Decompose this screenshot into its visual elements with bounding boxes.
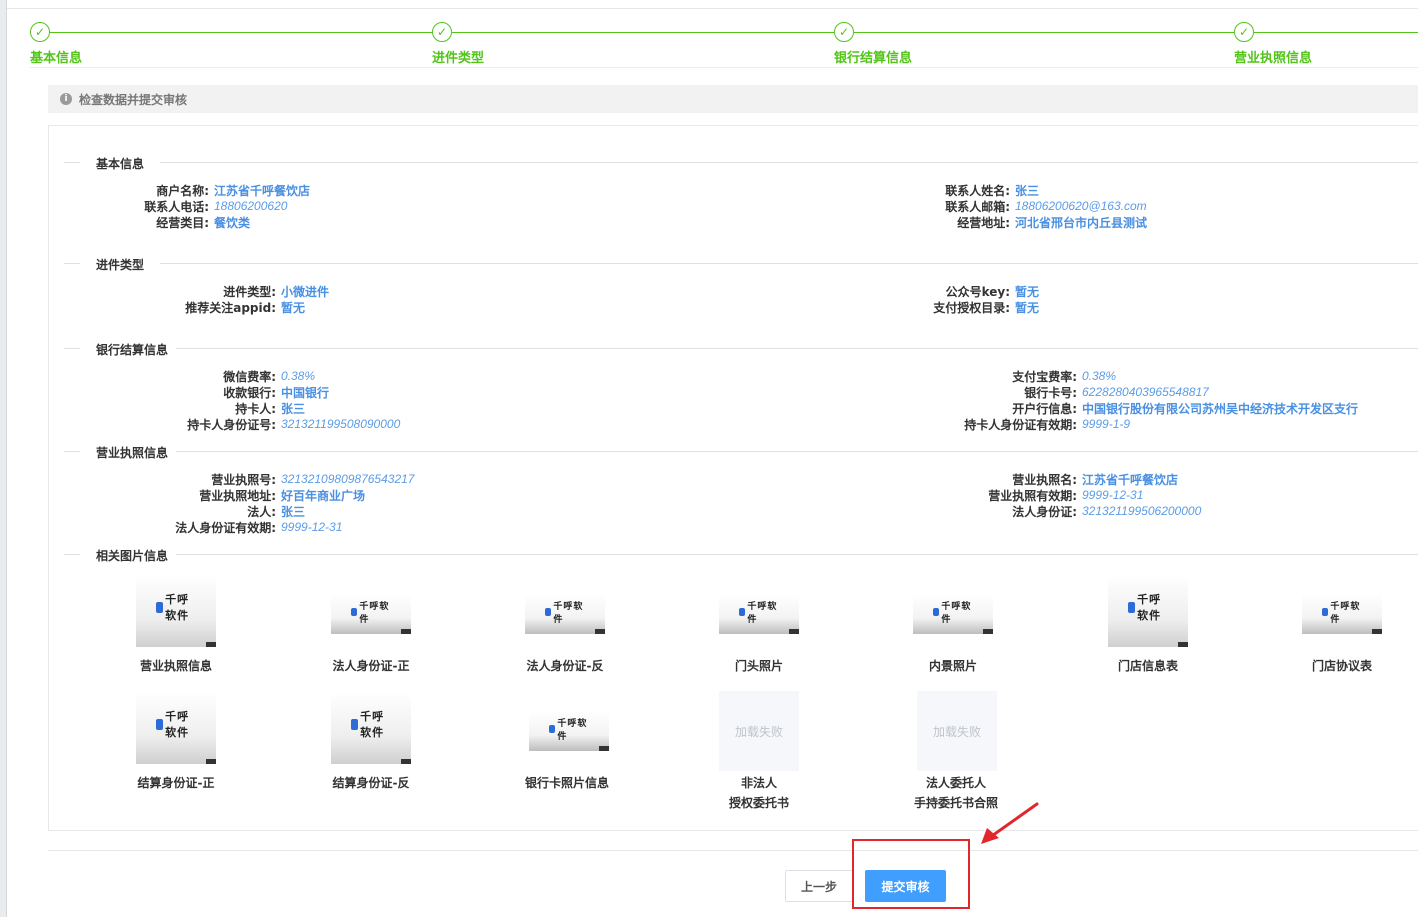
step-label: 基本信息 [30,51,83,66]
notice-bar: i 检查数据并提交审核 [48,85,1418,113]
image-license[interactable]: 千呼软件 [136,575,216,647]
field-legal: 法人: 张三 [247,504,306,519]
image-caption: 银行卡照片信息 [524,776,609,790]
field-holder-id-exp: 持卡人身份证有效期: 9999-1-9 [964,417,1131,432]
image-legal-id-back[interactable]: 千呼软件 [525,594,605,634]
field-holder: 持卡人: 张三 [235,401,306,416]
image-caption: 门店协议表 [1311,659,1372,673]
steps-divider [30,67,1418,68]
step-connector [452,32,834,33]
field-bank: 收款银行: 中国银行 [223,385,330,400]
image-legal-id-front[interactable]: 千呼软件 [331,594,411,634]
prev-step-button[interactable]: 上一步 [785,870,853,902]
image-caption: 门店信息表 [1117,659,1178,673]
image-caption: 法人身份证-反 [526,659,604,673]
image-caption: 门头照片 [734,659,783,673]
step-license: ✓ 营业执照信息 [1234,22,1312,66]
info-icon: i [60,93,72,105]
step-label: 进件类型 [432,51,485,66]
field-recommend-appid: 推荐关注appid: 暂无 [185,300,306,315]
field-contact-phone: 联系人电话: 18806200620 [144,199,288,214]
image-store-agreement[interactable]: 千呼软件 [1302,594,1382,634]
step-basic: ✓ 基本信息 [30,22,82,66]
section-title-type: 进件类型 [64,256,1418,272]
image-non-legal-authorization[interactable]: 加载失败 [719,691,799,771]
field-pay-dir: 支付授权目录: 暂无 [933,300,1040,315]
field-merchant-name: 商户名称: 江苏省千呼餐饮店 [156,183,311,198]
left-rail [0,0,7,917]
annotation-arrow-icon [981,802,1039,844]
step-connector [1254,32,1418,33]
image-legal-entrust-photo[interactable]: 加载失败 [917,691,997,771]
image-store-info[interactable]: 千呼软件 [1108,575,1188,647]
image-interior[interactable]: 千呼软件 [913,594,993,634]
section-title-bank: 银行结算信息 [64,341,1418,357]
image-caption: 法人委托人 [925,776,986,790]
image-caption: 营业执照信息 [139,659,212,673]
step-connector [854,32,1234,33]
image-settle-id-front[interactable]: 千呼软件 [136,692,216,764]
notice-text: 检查数据并提交审核 [79,92,188,107]
footer-divider [48,850,1418,851]
top-divider [7,8,1418,9]
field-mp-key: 公众号key: 暂无 [945,284,1040,299]
image-caption: 授权委托书 [728,796,789,810]
check-icon: ✓ [834,22,854,42]
image-caption: 结算身份证-反 [332,776,410,790]
image-bank-card[interactable]: 千呼软件 [529,711,609,751]
field-alipay-rate: 支付宝费率: 0.38% [1012,369,1117,384]
image-caption: 结算身份证-正 [137,776,215,790]
field-category: 经营类目: 餐饮类 [156,215,251,230]
image-caption: 法人身份证-正 [332,659,410,673]
image-storefront[interactable]: 千呼软件 [719,594,799,634]
field-holder-id: 持卡人身份证号: 321321199508090000 [187,417,401,432]
image-caption: 非法人 [740,776,777,790]
step-label: 营业执照信息 [1234,51,1313,66]
annotation-highlight-box [852,839,970,909]
field-contact-name: 联系人姓名: 张三 [945,183,1040,198]
step-connector [50,32,432,33]
field-wechat-rate: 微信费率: 0.38% [223,369,316,384]
check-icon: ✓ [432,22,452,42]
step-bank: ✓ 银行结算信息 [834,22,912,66]
field-legal-id: 法人身份证: 321321199506200000 [1012,504,1202,519]
progress-steps: ✓ 基本信息 ✓ 进件类型 ✓ 银行结算信息 ✓ 营业执照信息 [30,22,1418,68]
field-license-addr: 营业执照地址: 好百年商业广场 [199,488,366,503]
field-contact-email: 联系人邮箱: 18806200620@163.com [945,199,1147,214]
field-license-exp: 营业执照有效期: 9999-12-31 [988,488,1144,503]
field-address: 经营地址: 河北省邢台市内丘县测试 [957,215,1148,230]
section-title-images: 相关图片信息 [64,547,1418,563]
field-branch: 开户行信息: 中国银行股份有限公司苏州吴中经济技术开发区支行 [1012,401,1359,416]
step-type: ✓ 进件类型 [432,22,484,66]
section-title-license: 营业执照信息 [64,444,1418,460]
field-license-no: 营业执照号: 32132109809876543217 [211,472,415,487]
field-card-no: 银行卡号: 6228280403965548817 [1024,385,1209,400]
field-license-name: 营业执照名: 江苏省千呼餐饮店 [1012,472,1179,487]
step-label: 银行结算信息 [834,51,913,66]
image-settle-id-back[interactable]: 千呼软件 [331,692,411,764]
check-icon: ✓ [1234,22,1254,42]
field-entry-type: 进件类型: 小微进件 [223,284,330,299]
check-icon: ✓ [30,22,50,42]
field-legal-id-exp: 法人身份证有效期: 9999-12-31 [175,520,343,535]
image-caption: 内景照片 [928,659,977,673]
section-title-basic: 基本信息 [64,155,1418,171]
